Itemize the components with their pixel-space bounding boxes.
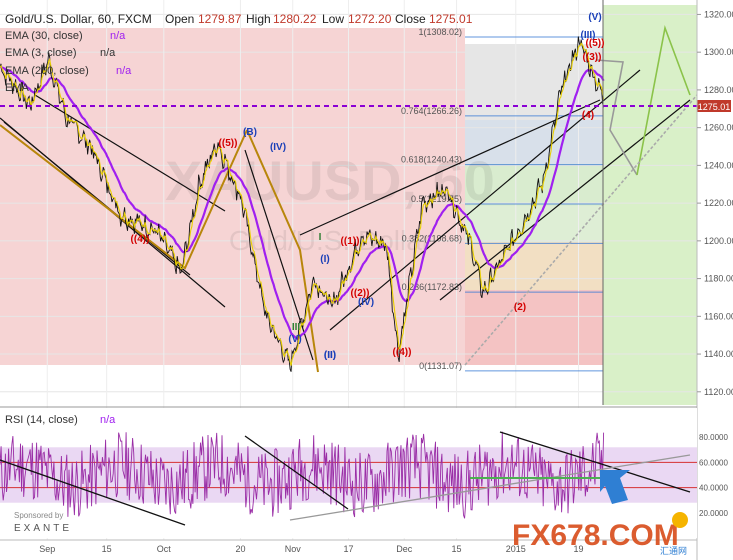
y-tick-label: 1260.00: [704, 123, 733, 133]
time-axis: Sep 15 Oct 20 Nov 17 Dec 15 2015 19: [39, 544, 583, 554]
x-tick-label: Nov: [285, 544, 302, 554]
x-tick-label: Sep: [39, 544, 55, 554]
y-tick-label: 1160.00: [704, 311, 733, 321]
ema200-legend-value: n/a: [116, 65, 132, 77]
x-tick-label: Dec: [396, 544, 413, 554]
wave-label: ((3)): [583, 52, 602, 63]
wave-label: ((1)): [341, 236, 360, 247]
x-tick-label: 15: [102, 544, 112, 554]
wave-label: ((2)): [351, 288, 370, 299]
ema3-legend-value: n/a: [100, 47, 116, 59]
y-tick-label: 1320.00: [704, 9, 733, 19]
close-value: 1275.01: [429, 12, 473, 26]
wave-label: (V): [288, 334, 301, 345]
wave-label: (4): [582, 110, 594, 121]
rsi-tick-label: 20.0000: [699, 509, 728, 518]
low-label: Low: [322, 12, 344, 26]
sponsor-brand[interactable]: EXANTE: [14, 523, 72, 534]
rsi-tick-label: 60.0000: [699, 458, 728, 467]
y-tick-label: 1220.00: [704, 198, 733, 208]
symbol-title: Gold/U.S. Dollar, 60, FXCM: [5, 12, 152, 26]
wave-label: (II): [324, 350, 336, 361]
fib-label: 0(1131.07): [419, 361, 462, 371]
green-zone: [603, 5, 697, 405]
wave-label: ((5)): [586, 38, 605, 49]
y-tick-label: 1200.00: [704, 236, 733, 246]
close-label: Close: [395, 12, 426, 26]
open-value: 1279.87: [198, 12, 242, 26]
ema30-legend-value: n/a: [110, 30, 126, 42]
price-axis: 1120.00 1140.00 1160.00 1180.00 1200.00 1220.…: [697, 9, 733, 397]
price-tag: 1275.01: [698, 102, 731, 112]
chart-root: 1(1308.02)0.764(1266.26)0.618(1240.43)0.…: [0, 0, 733, 560]
wave-label: (B): [243, 127, 257, 138]
wave-label: (I): [320, 254, 329, 265]
wave-label: I: [319, 232, 322, 243]
wave-label: (V): [588, 12, 601, 23]
wave-label: ((4)): [393, 347, 412, 358]
y-tick-label: 1120.00: [704, 387, 733, 397]
x-tick-label: 15: [452, 544, 462, 554]
rsi-tick-label: 80.0000: [699, 433, 728, 442]
y-tick-label: 1300.00: [704, 47, 733, 57]
rsi-axis: 20.0000 40.0000 60.0000 80.0000: [699, 433, 728, 518]
y-tick-label: 1240.00: [704, 160, 733, 170]
y-tick-label: 1280.00: [704, 85, 733, 95]
x-tick-label: 17: [343, 544, 353, 554]
ema200-legend[interactable]: EMA (200, close): [5, 65, 89, 77]
high-label: High: [246, 12, 271, 26]
y-tick-label: 1180.00: [704, 274, 733, 284]
header-bar: Gold/U.S. Dollar, 60, FXCM Open 1279.87 …: [5, 12, 473, 26]
sponsor-small: Sponsored by: [14, 511, 63, 520]
ema30-legend[interactable]: EMA (30, close): [5, 30, 83, 42]
open-label: Open: [165, 12, 194, 26]
ema-legend[interactable]: EMA: [5, 82, 30, 94]
fib-box-o: [465, 242, 603, 290]
sun-icon: [672, 512, 688, 528]
fib-label: 1(1308.02): [418, 27, 462, 37]
x-tick-label: Oct: [157, 544, 172, 554]
rsi-tick-label: 40.0000: [699, 484, 728, 493]
x-tick-label: 20: [235, 544, 245, 554]
wave-label: (2): [514, 302, 526, 313]
low-value: 1272.20: [348, 12, 392, 26]
wave-label: ((5)): [219, 138, 238, 149]
high-value: 1280.22: [273, 12, 317, 26]
rsi-label[interactable]: RSI (14, close): [5, 414, 78, 426]
rsi-value: n/a: [100, 414, 116, 426]
ema3-legend[interactable]: EMA (3, close): [5, 47, 77, 59]
wave-label: ((4)): [131, 234, 150, 245]
y-tick-label: 1140.00: [704, 349, 733, 359]
fx678-logo-sub: 汇通网: [660, 546, 687, 556]
wave-label: (IV): [270, 142, 286, 153]
wave-label: III: [292, 322, 301, 333]
fx678-logo: FX678.COM: [512, 519, 679, 552]
fib-label: 0.764(1266.26): [401, 106, 462, 116]
